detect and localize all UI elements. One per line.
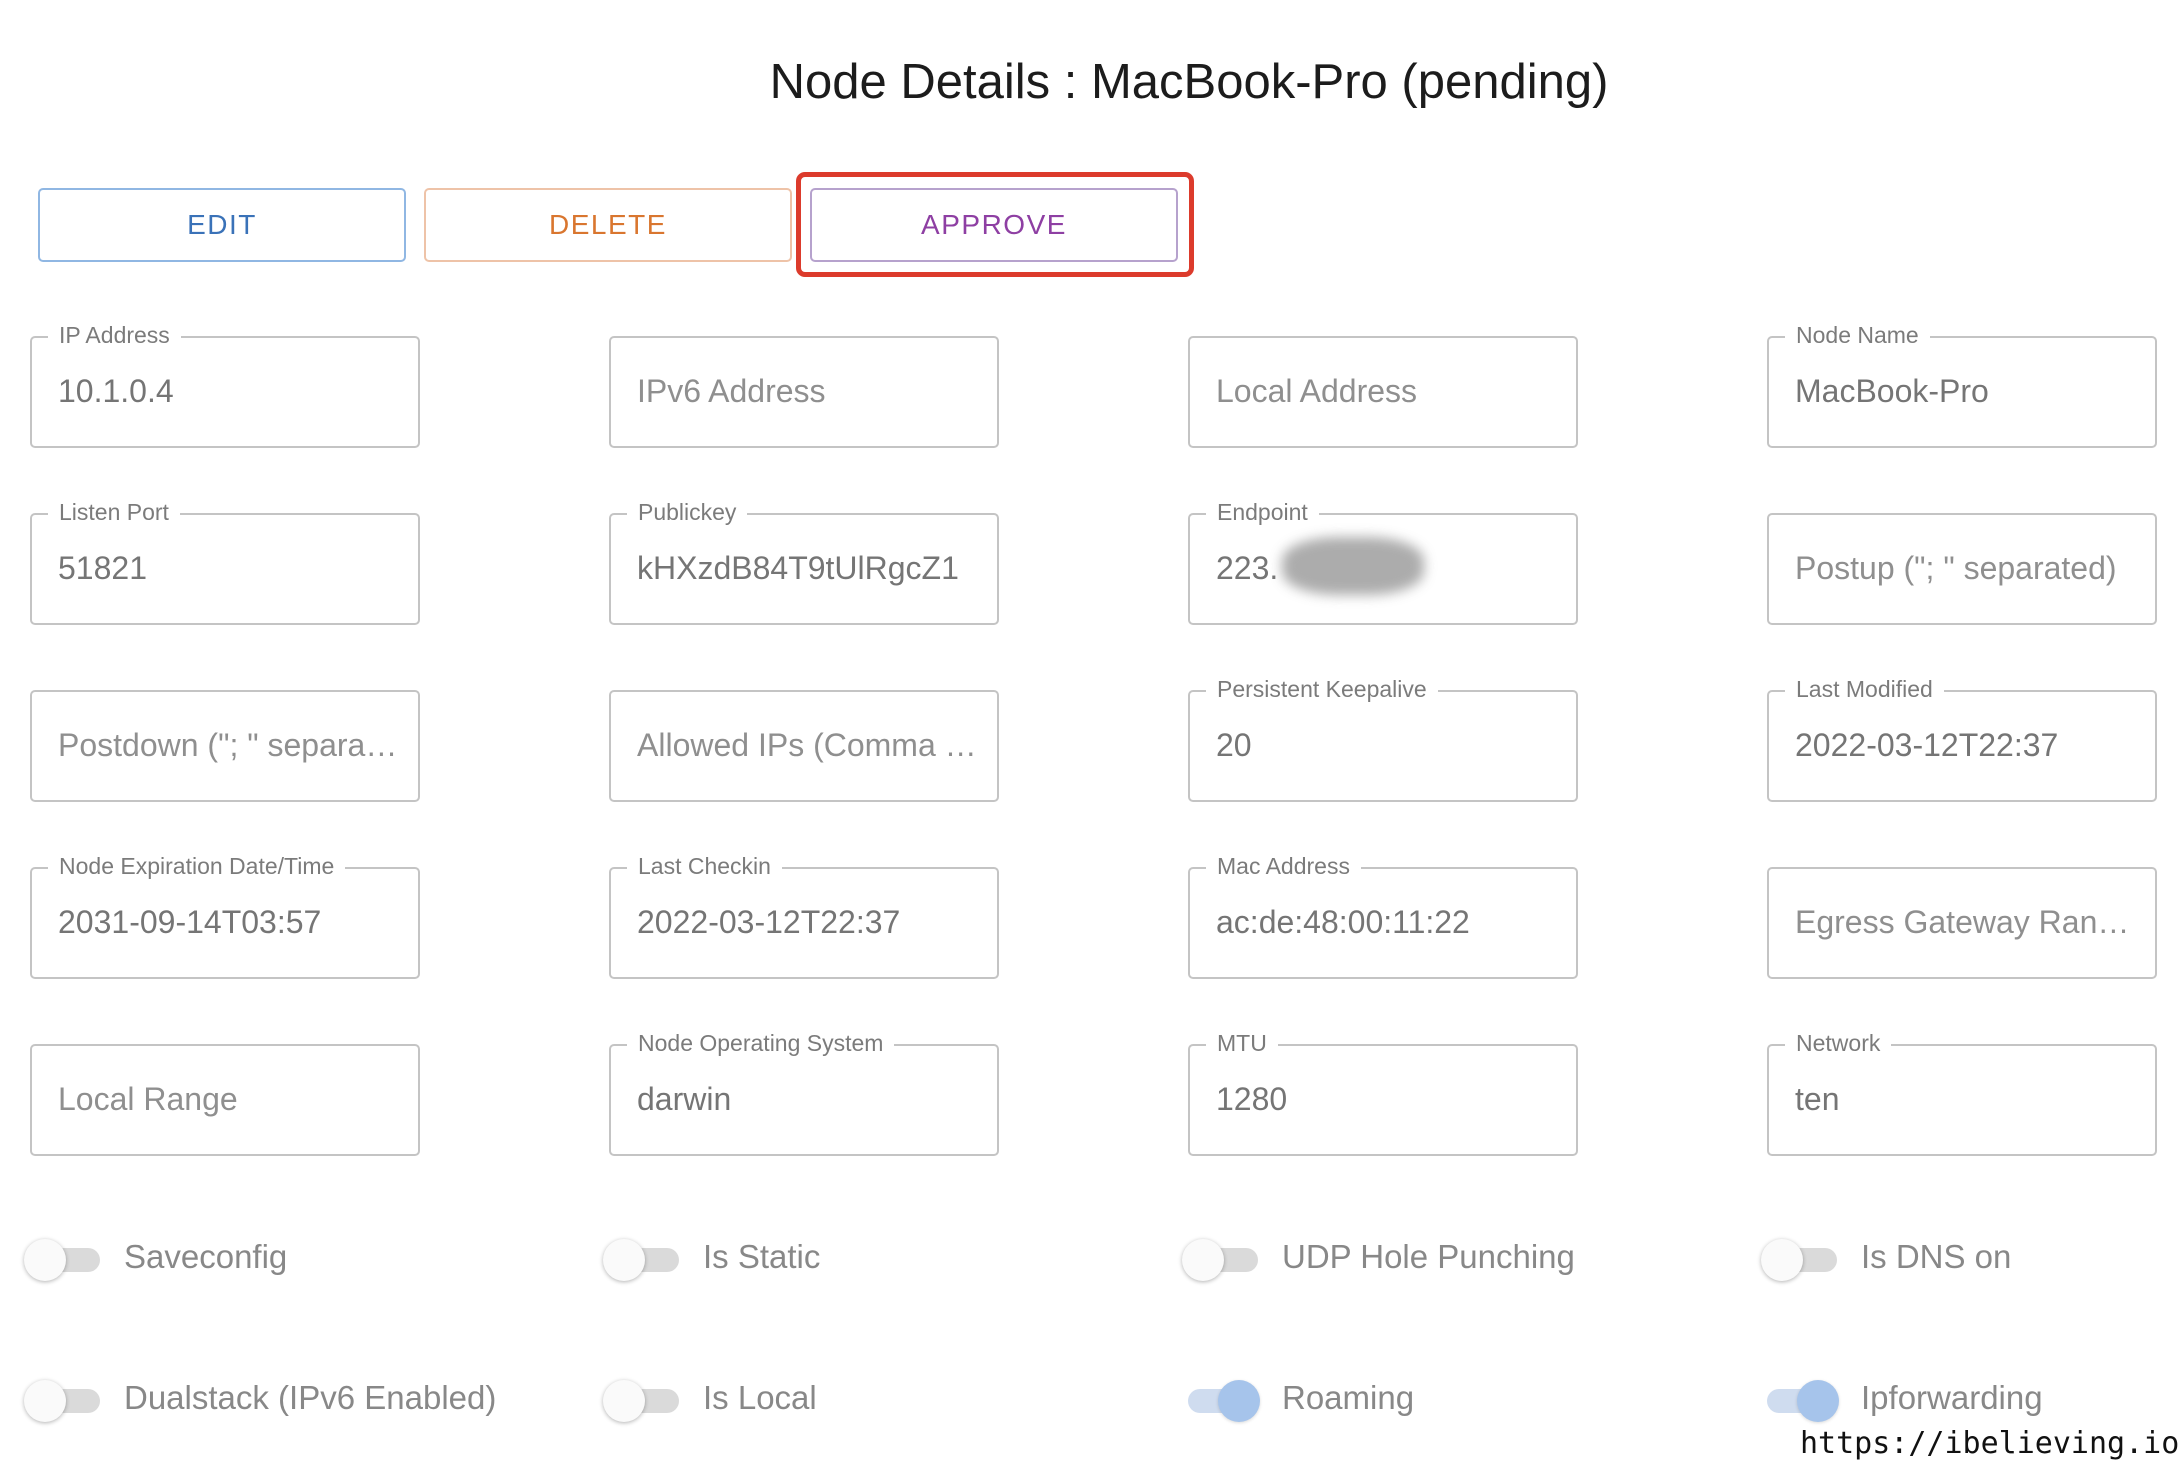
roaming-switch[interactable] xyxy=(1182,1378,1262,1422)
node-name-label: Node Name xyxy=(1785,322,1930,349)
is-local-switch[interactable] xyxy=(603,1378,683,1422)
dualstack-switch[interactable] xyxy=(24,1378,104,1422)
publickey-value: kHXzdB84T9tUlRgcZ1 xyxy=(637,550,959,586)
ipv6-address-field[interactable]: IPv6 Address xyxy=(609,336,999,448)
node-expiration-label: Node Expiration Date/Time xyxy=(48,853,346,880)
endpoint-label: Endpoint xyxy=(1206,499,1319,526)
node-expiration-value: 2031-09-14T03:57 xyxy=(58,904,322,940)
is-static-switch[interactable] xyxy=(603,1237,683,1281)
ipforwarding-switch[interactable] xyxy=(1761,1378,1841,1422)
publickey-label: Publickey xyxy=(627,499,748,526)
udp-hole-punching-label: UDP Hole Punching xyxy=(1282,1238,1575,1275)
persistent-keepalive-field[interactable]: Persistent Keepalive 20 xyxy=(1188,676,1578,802)
mtu-value: 1280 xyxy=(1216,1081,1288,1117)
delete-button[interactable]: DELETE xyxy=(424,188,792,262)
switch-thumb xyxy=(1797,1380,1839,1422)
roaming-label: Roaming xyxy=(1282,1379,1415,1416)
ip-address-value: 10.1.0.4 xyxy=(58,373,174,409)
is-static-label: Is Static xyxy=(703,1238,821,1275)
listen-port-field[interactable]: Listen Port 51821 xyxy=(30,499,420,625)
switch-thumb xyxy=(1218,1380,1260,1422)
last-modified-field[interactable]: Last Modified 2022-03-12T22:37 xyxy=(1767,676,2157,802)
allowed-ips-placeholder: Allowed IPs (Comma separated) xyxy=(637,727,977,763)
switch-thumb xyxy=(1182,1239,1224,1281)
switch-thumb xyxy=(603,1239,645,1281)
local-range-placeholder: Local Range xyxy=(58,1081,238,1117)
is-local-label: Is Local xyxy=(703,1379,817,1416)
listen-port-label: Listen Port xyxy=(48,499,180,526)
local-range-field[interactable]: Local Range xyxy=(30,1044,420,1156)
redaction-scribble xyxy=(1282,537,1424,595)
dualstack-label: Dualstack (IPv6 Enabled) xyxy=(124,1379,497,1416)
mac-address-field[interactable]: Mac Address ac:de:48:00:11:22 xyxy=(1188,853,1578,979)
page-title: Node Details : MacBook-Pro (pending) xyxy=(769,55,1609,109)
local-address-field[interactable]: Local Address xyxy=(1188,336,1578,448)
ipv6-address-placeholder: IPv6 Address xyxy=(637,373,826,409)
switch-thumb xyxy=(603,1380,645,1422)
mtu-label: MTU xyxy=(1206,1030,1278,1057)
last-checkin-label: Last Checkin xyxy=(627,853,782,880)
last-checkin-field[interactable]: Last Checkin 2022-03-12T22:37 xyxy=(609,853,999,979)
last-modified-label: Last Modified xyxy=(1785,676,1944,703)
node-os-label: Node Operating System xyxy=(627,1030,895,1057)
ip-address-field[interactable]: IP Address 10.1.0.4 xyxy=(30,322,420,448)
node-os-value: darwin xyxy=(637,1081,732,1117)
watermark-url: https://ibelieving.io xyxy=(1800,1426,2178,1461)
postdown-field[interactable]: Postdown ("; " separated) xyxy=(30,690,420,802)
switch-thumb xyxy=(24,1239,66,1281)
is-dns-on-switch[interactable] xyxy=(1761,1237,1841,1281)
mac-address-label: Mac Address xyxy=(1206,853,1361,880)
node-expiration-field[interactable]: Node Expiration Date/Time 2031-09-14T03:… xyxy=(30,853,420,979)
egress-gateway-ranges-placeholder: Egress Gateway Ranges xyxy=(1795,904,2135,940)
network-field[interactable]: Network ten xyxy=(1767,1030,2157,1156)
listen-port-value: 51821 xyxy=(58,550,147,586)
publickey-field[interactable]: Publickey kHXzdB84T9tUlRgcZ1 xyxy=(609,499,999,625)
network-label: Network xyxy=(1785,1030,1892,1057)
mac-address-value: ac:de:48:00:11:22 xyxy=(1216,904,1470,940)
mtu-field[interactable]: MTU 1280 xyxy=(1188,1030,1578,1156)
last-checkin-value: 2022-03-12T22:37 xyxy=(637,904,901,940)
saveconfig-label: Saveconfig xyxy=(124,1238,288,1275)
switch-thumb xyxy=(24,1380,66,1422)
ip-address-label: IP Address xyxy=(48,322,181,349)
local-address-placeholder: Local Address xyxy=(1216,373,1418,409)
ipforwarding-label: Ipforwarding xyxy=(1861,1379,2043,1416)
egress-gateway-ranges-field[interactable]: Egress Gateway Ranges xyxy=(1767,867,2157,979)
postdown-placeholder: Postdown ("; " separated) xyxy=(58,727,398,763)
postup-field[interactable]: Postup ("; " separated) xyxy=(1767,513,2157,625)
node-name-value: MacBook-Pro xyxy=(1795,373,1989,409)
node-os-field[interactable]: Node Operating System darwin xyxy=(609,1030,999,1156)
udp-hole-punching-switch[interactable] xyxy=(1182,1237,1262,1281)
endpoint-field[interactable]: Endpoint 223. xyxy=(1188,499,1578,625)
edit-button[interactable]: EDIT xyxy=(38,188,406,262)
allowed-ips-field[interactable]: Allowed IPs (Comma separated) xyxy=(609,690,999,802)
approve-button[interactable]: APPROVE xyxy=(810,188,1178,262)
saveconfig-switch[interactable] xyxy=(24,1237,104,1281)
postup-placeholder: Postup ("; " separated) xyxy=(1795,550,2117,586)
is-dns-on-label: Is DNS on xyxy=(1861,1238,2012,1275)
network-value: ten xyxy=(1795,1081,1840,1117)
switch-thumb xyxy=(1761,1239,1803,1281)
last-modified-value: 2022-03-12T22:37 xyxy=(1795,727,2059,763)
node-name-field[interactable]: Node Name MacBook-Pro xyxy=(1767,322,2157,448)
persistent-keepalive-value: 20 xyxy=(1216,727,1252,763)
persistent-keepalive-label: Persistent Keepalive xyxy=(1206,676,1438,703)
